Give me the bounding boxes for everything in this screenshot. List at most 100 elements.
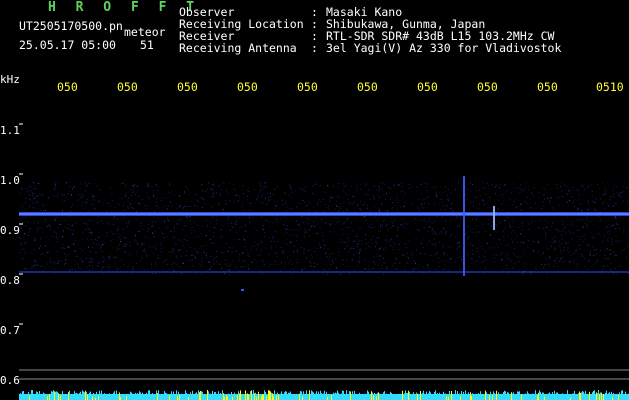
detection-bar [133,396,134,400]
noise-pixel [127,201,129,203]
noise-pixel [379,210,381,212]
noise-pixel [321,232,323,234]
noise-pixel [503,239,505,241]
noise-pixel [160,245,162,247]
noise-pixel [68,246,70,248]
noise-pixel [353,268,355,270]
noise-pixel [457,257,459,259]
noise-pixel [610,196,612,198]
noise-pixel [339,206,341,208]
noise-pixel [483,237,484,239]
noise-pixel [151,186,153,188]
noise-pixel [542,201,544,203]
noise-pixel [398,184,400,186]
noise-pixel [610,262,612,264]
noise-pixel [496,231,498,233]
noise-pixel [555,247,557,249]
noise-pixel [623,200,625,202]
noise-pixel [253,258,255,260]
noise-pixel [113,266,115,268]
noise-pixel [273,203,275,205]
noise-pixel [82,250,84,251]
noise-pixel [563,249,565,251]
noise-pixel [412,202,414,204]
freq-tick-label: 0.7 [0,324,20,337]
noise-pixel [125,195,127,197]
noise-pixel [319,185,321,186]
noise-pixel [105,241,107,243]
noise-pixel [111,231,113,233]
noise-pixel [101,250,103,252]
detection-bar [330,394,331,400]
noise-pixel [541,186,543,188]
noise-pixel [239,197,241,199]
noise-pixel [512,219,514,221]
noise-pixel [515,207,517,209]
noise-pixel [56,232,58,234]
detection-bar [423,390,424,400]
noise-pixel [235,194,237,196]
noise-pixel [291,217,293,219]
noise-pixel [90,251,91,253]
noise-pixel [117,203,119,205]
detection-bar [483,395,484,400]
noise-pixel [135,239,137,241]
noise-pixel [242,193,244,195]
noise-pixel [221,224,223,226]
noise-pixel [595,198,597,200]
noise-pixel [443,227,445,229]
noise-pixel [264,182,266,184]
noise-pixel [324,216,326,218]
detection-bar [19,395,20,400]
detection-bar [391,392,392,400]
noise-pixel [31,221,33,223]
detection-bar [387,395,388,400]
noise-pixel [468,236,470,237]
detection-bar [114,391,115,400]
detection-bar [52,391,53,400]
noise-pixel [446,194,448,196]
detection-bar [616,394,617,400]
noise-pixel [487,223,489,225]
noise-pixel [111,247,113,249]
noise-pixel [569,224,571,226]
noise-pixel [372,235,374,237]
detection-bar [397,395,398,400]
noise-pixel [377,255,379,257]
noise-pixel [385,199,387,200]
noise-pixel [219,263,221,265]
detection-bar [534,393,535,400]
noise-pixel [209,268,211,270]
detection-bar [403,396,404,400]
detection-bar [396,395,397,400]
noise-pixel [627,230,629,232]
noise-pixel [247,199,249,201]
noise-pixel [626,200,628,202]
noise-pixel [305,186,307,188]
noise-pixel [356,189,358,191]
detection-bar [223,393,224,400]
noise-pixel [172,249,174,250]
noise-pixel [406,247,408,248]
noise-pixel [378,249,380,251]
noise-pixel [488,247,490,249]
noise-pixel [302,221,304,223]
noise-pixel [58,261,60,263]
noise-pixel [132,273,133,275]
noise-pixel [377,220,379,222]
noise-pixel [482,257,483,259]
noise-pixel [47,252,49,253]
noise-pixel [535,265,537,267]
noise-pixel [527,246,529,248]
noise-pixel [161,197,163,199]
detection-bar [310,395,311,400]
noise-pixel [569,200,570,201]
noise-pixel [482,249,483,251]
noise-pixel [602,203,604,205]
detection-bar [96,391,97,400]
noise-pixel [41,203,43,205]
noise-pixel [446,205,448,207]
noise-pixel [562,224,564,225]
noise-pixel [228,223,229,225]
detection-bar [261,396,262,400]
